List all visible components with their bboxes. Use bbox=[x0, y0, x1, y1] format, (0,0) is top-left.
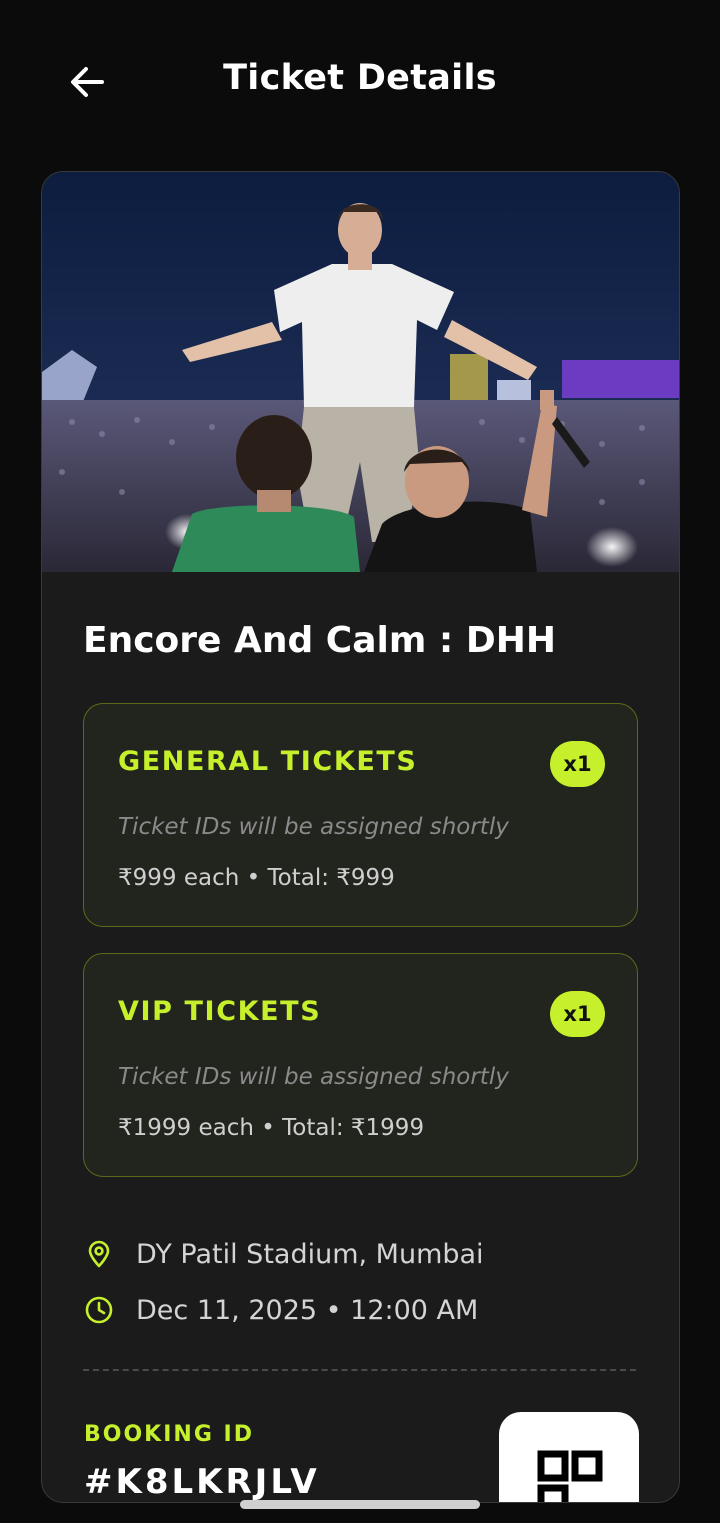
datetime-text: Dec 11, 2025 • 12:00 AM bbox=[136, 1294, 479, 1326]
header: Ticket Details bbox=[0, 0, 720, 165]
clock-icon bbox=[85, 1296, 113, 1324]
datetime-row: Dec 11, 2025 • 12:00 AM bbox=[84, 1290, 478, 1330]
quantity-badge: x1 bbox=[550, 741, 605, 787]
ticket-price: ₹999 each • Total: ₹999 bbox=[118, 865, 395, 891]
ticket-note: Ticket IDs will be assigned shortly bbox=[118, 1064, 509, 1090]
location-row: DY Patil Stadium, Mumbai bbox=[84, 1234, 484, 1274]
ticket-card: Encore And Calm : DHH GENERAL TICKETS x1… bbox=[41, 171, 680, 1503]
ticket-box-general: GENERAL TICKETS x1 Ticket IDs will be as… bbox=[83, 703, 638, 927]
ticket-type: GENERAL TICKETS bbox=[118, 746, 418, 777]
ticket-type: VIP TICKETS bbox=[118, 996, 322, 1027]
ticket-note: Ticket IDs will be assigned shortly bbox=[118, 814, 509, 840]
booking-id-value: #K8LKRJLV bbox=[84, 1462, 320, 1502]
qr-code-button[interactable] bbox=[499, 1412, 639, 1502]
location-text: DY Patil Stadium, Mumbai bbox=[136, 1238, 484, 1270]
event-image bbox=[42, 172, 679, 572]
ticket-box-vip: VIP TICKETS x1 Ticket IDs will be assign… bbox=[83, 953, 638, 1177]
home-indicator[interactable] bbox=[240, 1500, 480, 1509]
map-pin-icon bbox=[88, 1240, 110, 1268]
qr-code-icon bbox=[537, 1450, 603, 1502]
quantity-badge: x1 bbox=[550, 991, 605, 1037]
ticket-price: ₹1999 each • Total: ₹1999 bbox=[118, 1115, 425, 1141]
page-title: Ticket Details bbox=[223, 58, 497, 98]
divider bbox=[83, 1369, 636, 1371]
booking-id-label: BOOKING ID bbox=[84, 1422, 254, 1447]
event-name: Encore And Calm : DHH bbox=[83, 620, 556, 661]
